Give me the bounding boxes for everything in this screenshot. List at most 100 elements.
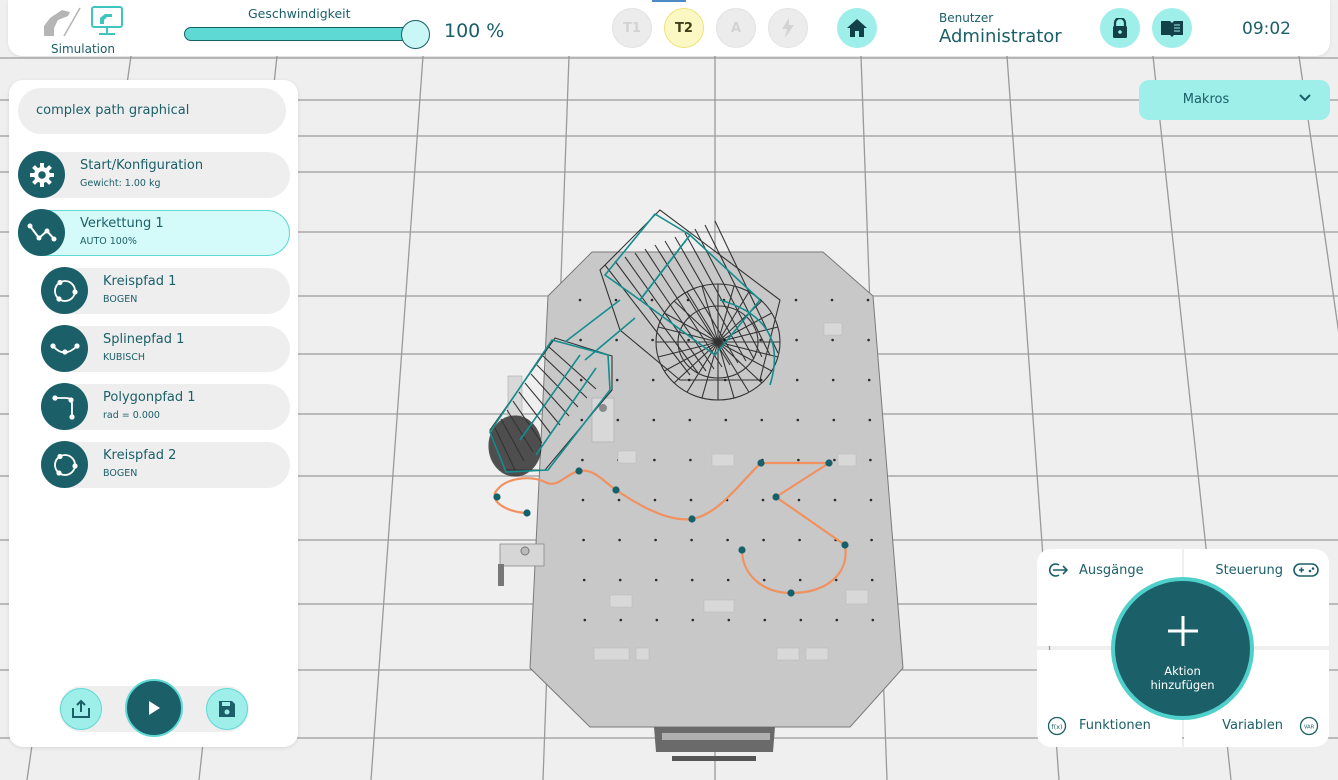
waypoint bbox=[787, 589, 795, 597]
lock-button[interactable] bbox=[1100, 8, 1140, 48]
table-hole bbox=[650, 298, 654, 302]
circle-path-icon bbox=[53, 279, 78, 302]
table-hole bbox=[653, 458, 656, 462]
waypoint bbox=[575, 467, 583, 475]
table-hole bbox=[687, 338, 690, 342]
export-icon bbox=[72, 699, 90, 718]
monitor-robot-icon bbox=[91, 6, 123, 35]
mode-t2-button[interactable]: T2 bbox=[664, 8, 704, 48]
item-icon-wrap bbox=[18, 151, 65, 198]
control-label: Steuerung bbox=[1215, 563, 1283, 578]
svg-text:f(x): f(x) bbox=[1051, 723, 1062, 731]
table-hole bbox=[795, 378, 799, 382]
table-hole bbox=[689, 458, 692, 462]
table-hole bbox=[582, 538, 585, 542]
table-hole bbox=[831, 338, 834, 342]
mode-t1-button[interactable]: T1 bbox=[612, 8, 652, 48]
lightning-icon bbox=[782, 18, 794, 38]
spline-path-icon bbox=[49, 342, 80, 355]
table-hole bbox=[835, 618, 839, 622]
home-icon bbox=[847, 19, 867, 37]
table-hole bbox=[762, 538, 765, 542]
table-hole bbox=[867, 378, 871, 382]
macros-dropdown[interactable]: Makros bbox=[1139, 80, 1330, 120]
program-item-start-config[interactable]: Start/Konfiguration Gewicht: 1.00 kg bbox=[18, 151, 290, 199]
mode-auto-label: A bbox=[730, 20, 742, 36]
program-name-field[interactable]: complex path graphical bbox=[18, 88, 286, 134]
table-hole bbox=[690, 578, 694, 582]
svg-text:VAR: VAR bbox=[1304, 724, 1315, 730]
table-hole bbox=[798, 578, 802, 582]
program-item-kreispfad-2[interactable]: Kreispfad 2 BOGEN bbox=[41, 441, 290, 489]
item-subtitle: rad = 0.000 bbox=[103, 410, 160, 421]
table-hole bbox=[654, 538, 657, 542]
table-hole bbox=[794, 298, 798, 302]
function-icon: f(x) bbox=[1047, 716, 1067, 736]
table-hole bbox=[870, 578, 874, 582]
program-panel: complex path graphical Start/Konfigurati… bbox=[9, 80, 298, 747]
table-hole bbox=[581, 458, 584, 462]
export-button[interactable] bbox=[60, 688, 102, 730]
speed-value: 100 % bbox=[444, 20, 505, 42]
speed-slider-handle[interactable] bbox=[401, 20, 430, 49]
table-hole bbox=[871, 618, 875, 622]
add-action-label-line1: Aktion bbox=[1164, 664, 1201, 678]
table-hole bbox=[867, 338, 870, 342]
mode-auto-button[interactable]: A bbox=[716, 8, 756, 48]
table-hole bbox=[726, 538, 729, 542]
gamepad-icon bbox=[1293, 563, 1319, 577]
table-hole bbox=[655, 618, 659, 622]
table-hole bbox=[582, 578, 586, 582]
table-hole bbox=[869, 458, 872, 462]
program-item-polygonpfad-1[interactable]: Polygonpfad 1 rad = 0.000 bbox=[41, 383, 290, 431]
mode-switch[interactable]: Simulation bbox=[38, 4, 126, 56]
table-hole bbox=[762, 578, 766, 582]
item-icon-wrap bbox=[18, 209, 65, 256]
table-hole bbox=[615, 338, 618, 342]
table-hole bbox=[688, 418, 692, 422]
table-hole bbox=[866, 298, 870, 302]
plus-icon bbox=[1168, 616, 1198, 646]
polygon-path-icon bbox=[51, 394, 75, 420]
table-hole bbox=[691, 618, 695, 622]
book-icon bbox=[1161, 21, 1183, 37]
speed-slider[interactable] bbox=[184, 27, 424, 41]
add-action-button[interactable]: Aktion hinzufügen bbox=[1111, 577, 1254, 720]
chain-path-icon bbox=[27, 223, 56, 241]
play-button[interactable] bbox=[125, 679, 183, 737]
program-item-verkettung[interactable]: Verkettung 1 AUTO 100% bbox=[18, 209, 290, 257]
table-hole bbox=[761, 498, 765, 502]
table-hole bbox=[581, 498, 585, 502]
program-item-kreispfad-1[interactable]: Kreispfad 1 BOGEN bbox=[41, 267, 290, 315]
item-icon-wrap bbox=[41, 325, 88, 372]
manual-button[interactable] bbox=[1152, 8, 1192, 48]
user-name[interactable]: Administrator bbox=[939, 26, 1062, 47]
table-hole bbox=[869, 498, 873, 502]
table-hole bbox=[618, 538, 621, 542]
circle-path-icon bbox=[53, 453, 78, 476]
table-hole bbox=[690, 538, 693, 542]
table-hole bbox=[579, 338, 582, 342]
table-hole bbox=[799, 618, 803, 622]
table-hole bbox=[795, 338, 798, 342]
table-hole bbox=[619, 618, 623, 622]
table-hole bbox=[652, 418, 656, 422]
variables-label: Variablen bbox=[1222, 718, 1283, 733]
grid-line bbox=[370, 55, 424, 780]
table-hole bbox=[724, 418, 728, 422]
table-hole bbox=[651, 378, 655, 382]
mode-power-button[interactable] bbox=[768, 8, 808, 48]
save-button[interactable] bbox=[206, 688, 248, 730]
program-item-splinepfad-1[interactable]: Splinepfad 1 KUBISCH bbox=[41, 325, 290, 373]
table-hole bbox=[868, 418, 872, 422]
table-hole bbox=[833, 498, 837, 502]
home-button[interactable] bbox=[837, 8, 877, 48]
waypoint bbox=[493, 493, 501, 501]
item-title: Start/Konfiguration bbox=[80, 158, 204, 173]
play-icon bbox=[149, 701, 160, 715]
table-hole bbox=[689, 498, 693, 502]
item-title: Verkettung 1 bbox=[80, 216, 164, 231]
user-label: Benutzer bbox=[939, 11, 994, 25]
table-hole bbox=[831, 378, 835, 382]
table-hole bbox=[797, 498, 801, 502]
